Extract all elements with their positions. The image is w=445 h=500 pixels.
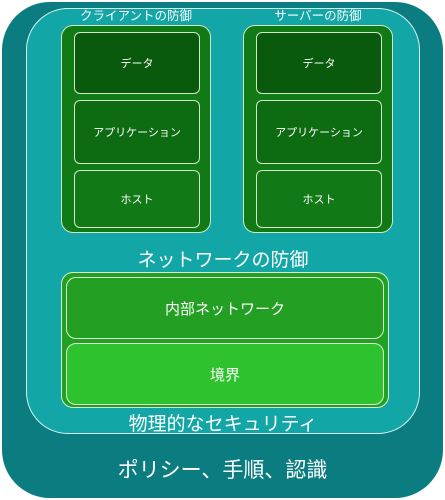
- server-application-label: アプリケーション: [275, 126, 363, 139]
- client-application-box: アプリケーション: [74, 100, 200, 164]
- server-host-box: ホスト: [256, 170, 382, 228]
- server-data-box: データ: [256, 32, 382, 94]
- client-data-box: データ: [74, 32, 200, 94]
- client-data-label: データ: [120, 57, 154, 70]
- policy-layer: データ アプリケーション ホスト クライアントの防御 データ アプリケーション …: [2, 2, 443, 498]
- server-application-box: アプリケーション: [256, 100, 382, 164]
- server-defense-stack: データ アプリケーション ホスト: [243, 25, 393, 233]
- server-data-label: データ: [302, 57, 336, 70]
- perimeter-box: 境界: [66, 343, 384, 405]
- network-defense-label: ネットワークの防御: [137, 249, 309, 271]
- client-host-label: ホスト: [120, 193, 154, 206]
- policy-procedure-awareness-label: ポリシー、手順、認識: [117, 458, 328, 482]
- perimeter-label: 境界: [209, 365, 240, 384]
- server-host-label: ホスト: [302, 193, 336, 206]
- server-defense-title: サーバーの防御: [274, 8, 362, 23]
- physical-security-label: 物理的なセキュリティ: [128, 413, 318, 435]
- physical-security-layer: データ アプリケーション ホスト クライアントの防御 データ アプリケーション …: [26, 8, 420, 435]
- client-application-label: アプリケーション: [93, 126, 181, 139]
- internal-network-label: 内部ネットワーク: [164, 299, 285, 318]
- internal-network-box: 内部ネットワーク: [66, 277, 384, 339]
- client-defense-title: クライアントの防御: [79, 8, 192, 23]
- client-host-box: ホスト: [74, 170, 200, 228]
- internal-network-group: 内部ネットワーク 境界: [61, 272, 389, 408]
- client-defense-stack: データ アプリケーション ホスト: [61, 25, 211, 233]
